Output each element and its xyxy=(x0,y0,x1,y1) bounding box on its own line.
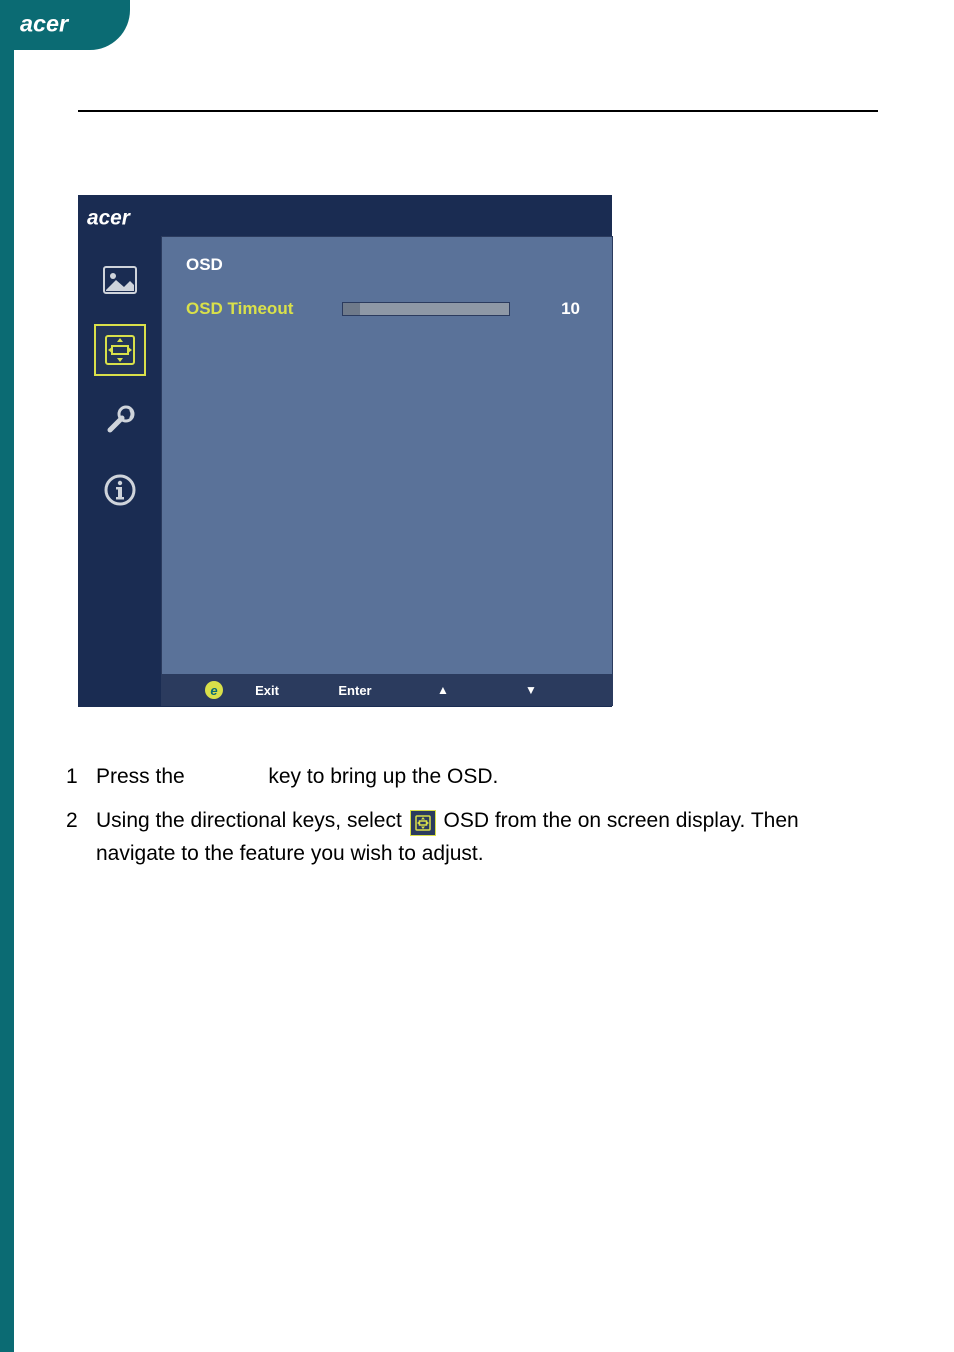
osd-footer: e Exit Enter ▲ ▼ xyxy=(161,674,613,706)
step1-post: key to bring up the OSD. xyxy=(263,765,499,788)
osd-settings-inline-icon xyxy=(410,810,436,836)
instructions: 1 Press the key to bring up the OSD. 2 U… xyxy=(66,760,876,881)
enter-button[interactable]: Enter xyxy=(311,683,399,698)
osd-timeout-row[interactable]: OSD Timeout 10 xyxy=(186,297,590,321)
instruction-step-2: 2 Using the directional keys, select OSD… xyxy=(66,804,876,871)
osd-main-panel: OSD OSD Timeout 10 xyxy=(161,236,613,676)
osd-timeout-label: OSD Timeout xyxy=(186,299,336,319)
osd-acer-logo: acer xyxy=(87,204,167,234)
osd-timeout-value: 10 xyxy=(540,299,580,319)
header-rule xyxy=(78,110,878,112)
picture-icon[interactable] xyxy=(94,254,146,306)
acer-logo: acer xyxy=(20,10,110,40)
osd-sidebar xyxy=(79,236,161,676)
page-side-band xyxy=(0,48,14,1352)
setting-tool-icon[interactable] xyxy=(94,394,146,446)
up-button[interactable]: ▲ xyxy=(399,683,487,697)
down-button[interactable]: ▼ xyxy=(487,683,575,697)
step-text: Using the directional keys, select OSD f… xyxy=(96,804,876,871)
osd-panel-title: OSD xyxy=(186,255,223,275)
step-text: Press the key to bring up the OSD. xyxy=(96,760,876,794)
empowering-icon[interactable]: e xyxy=(205,681,223,699)
osd-settings-icon[interactable] xyxy=(94,324,146,376)
page-header-tab: acer xyxy=(0,0,130,50)
osd-timeout-slider[interactable] xyxy=(342,302,510,316)
instruction-step-1: 1 Press the key to bring up the OSD. xyxy=(66,760,876,794)
svg-text:acer: acer xyxy=(87,207,132,230)
step1-pre: Press the xyxy=(96,765,191,788)
step-number: 2 xyxy=(66,804,96,871)
step2-pre: Using the directional keys, select xyxy=(96,809,408,832)
exit-button[interactable]: Exit xyxy=(223,683,311,698)
osd-timeout-fill xyxy=(343,303,360,315)
information-icon[interactable] xyxy=(94,464,146,516)
step-number: 1 xyxy=(66,760,96,794)
osd-window: acer xyxy=(78,195,612,707)
svg-text:acer: acer xyxy=(20,10,70,36)
